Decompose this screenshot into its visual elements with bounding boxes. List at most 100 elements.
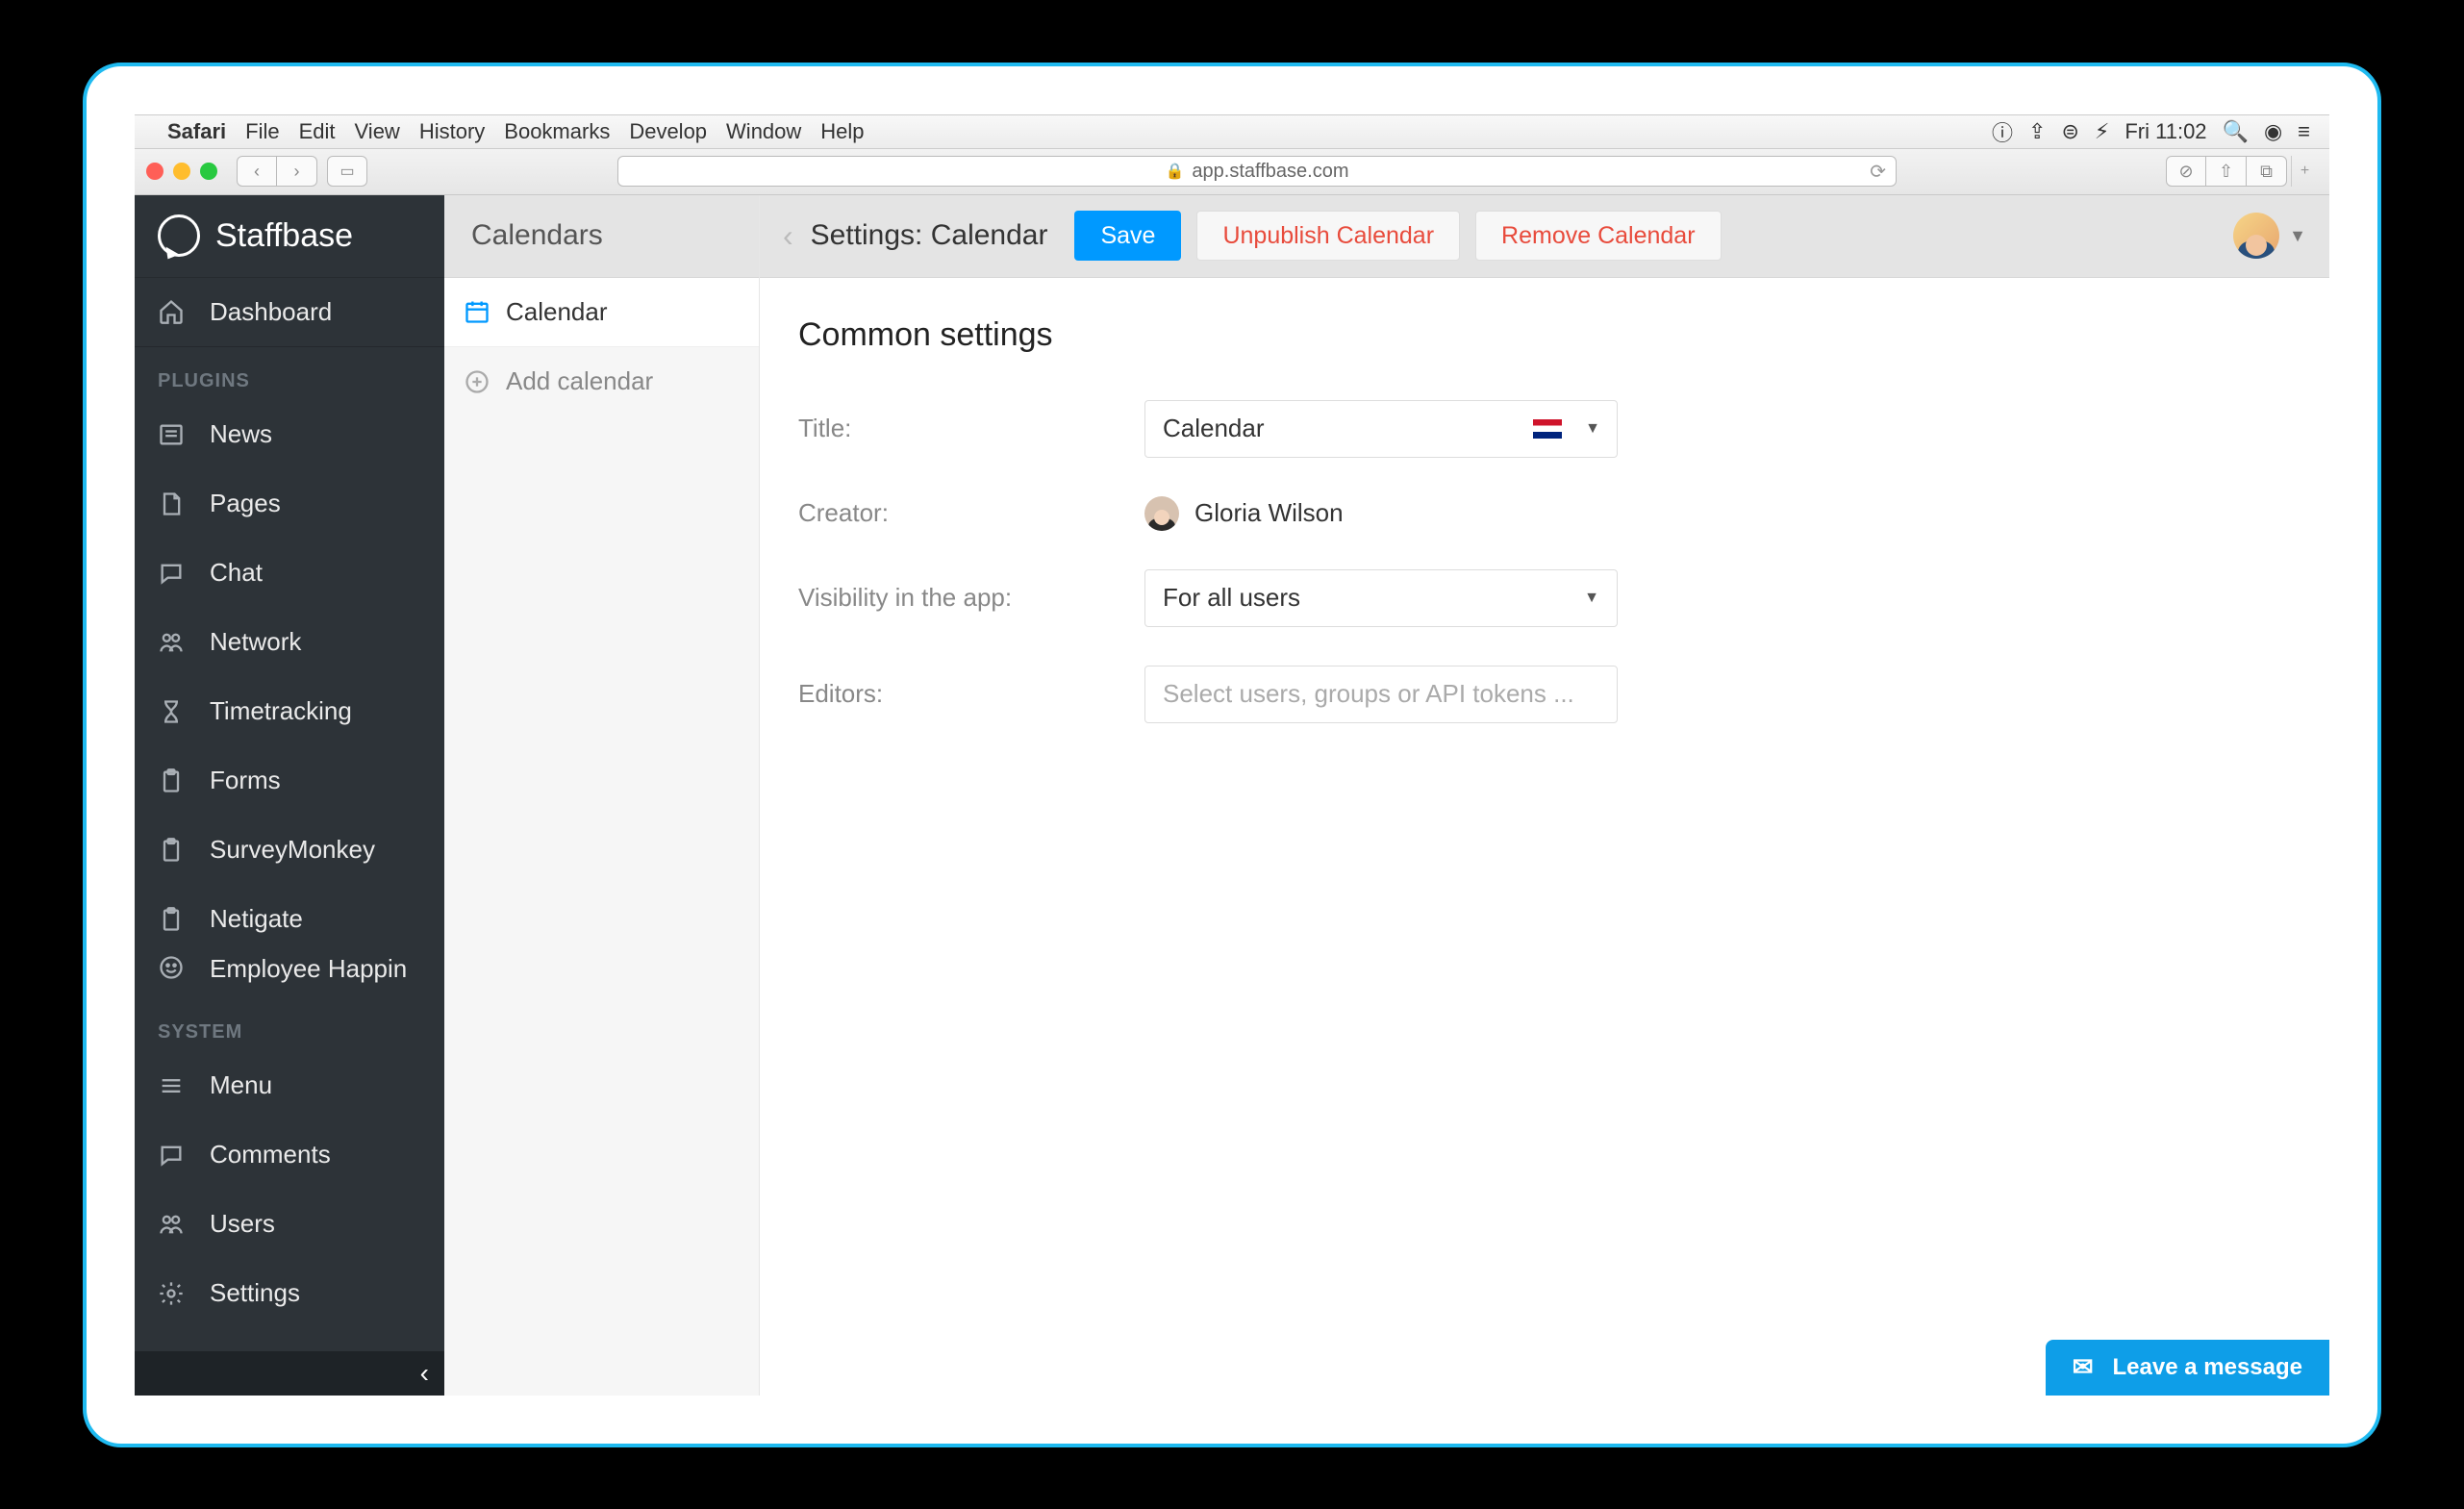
sidebar-item-surveymonkey[interactable]: SurveyMonkey <box>135 816 444 885</box>
battery-icon[interactable]: ⚡︎ <box>2095 119 2109 144</box>
sidebar-heading-plugins: PLUGINS <box>135 347 444 400</box>
section-heading: Common settings <box>798 316 2291 354</box>
plus-circle-icon <box>464 368 490 395</box>
browser-toolbar: ‹ › ▭ 🔒 app.staffbase.com ⟳ ⊘ ⇧ ⧉ + <box>135 149 2329 195</box>
sidebar-item-label: Users <box>210 1209 275 1239</box>
label-creator: Creator: <box>798 498 1144 528</box>
content: Common settings Title: ▼ Creator: Gloria… <box>760 278 2329 800</box>
calendar-list-item[interactable]: Calendar <box>444 278 759 347</box>
unpublish-button[interactable]: Unpublish Calendar <box>1196 211 1460 261</box>
sidebar-item-network[interactable]: Network <box>135 608 444 677</box>
url-bar[interactable]: 🔒 app.staffbase.com ⟳ <box>617 156 1897 187</box>
lock-icon: 🔒 <box>1166 162 1185 181</box>
envelope-icon: ✉ <box>2073 1352 2094 1382</box>
label-editors: Editors: <box>798 679 1144 709</box>
calendar-item-label: Calendar <box>506 297 608 327</box>
nav-arrows: ‹ › <box>237 156 317 187</box>
news-icon <box>158 421 185 448</box>
sidebar-item-timetracking[interactable]: Timetracking <box>135 677 444 746</box>
notification-center-icon[interactable]: ≡ <box>2298 119 2310 144</box>
label-title: Title: <box>798 414 1144 443</box>
sidebar-item-forms[interactable]: Forms <box>135 746 444 816</box>
save-button[interactable]: Save <box>1074 211 1181 261</box>
back-icon[interactable]: ‹ <box>783 218 793 254</box>
sidebar-item-label: Menu <box>210 1070 272 1100</box>
user-avatar[interactable] <box>2233 213 2279 259</box>
sidebar-item-dashboard[interactable]: Dashboard <box>135 278 444 347</box>
sidebar-item-chat[interactable]: Chat <box>135 539 444 608</box>
sidebar-collapse[interactable]: ‹ <box>135 1351 444 1396</box>
topbar: ‹ Settings: Calendar Save Unpublish Cale… <box>760 195 2329 278</box>
add-calendar-button[interactable]: Add calendar <box>444 347 759 416</box>
menubar-window[interactable]: Window <box>726 119 801 144</box>
forward-button[interactable]: › <box>277 156 317 187</box>
gear-icon <box>158 1280 185 1307</box>
sidebar-item-news[interactable]: News <box>135 400 444 469</box>
remove-button[interactable]: Remove Calendar <box>1475 211 1722 261</box>
minimize-window-icon[interactable] <box>173 163 190 180</box>
hourglass-icon <box>158 698 185 725</box>
page-title: Settings: Calendar <box>811 219 1048 252</box>
row-creator: Creator: Gloria Wilson <box>798 496 2291 531</box>
chevron-left-icon: ‹ <box>420 1358 429 1389</box>
spotlight-icon[interactable]: 🔍 <box>2223 119 2249 144</box>
brand[interactable]: Staffbase <box>135 195 444 278</box>
menubar-edit[interactable]: Edit <box>299 119 336 144</box>
menubar-view[interactable]: View <box>355 119 400 144</box>
siri-icon[interactable]: ◉ <box>2264 119 2282 144</box>
menubar-bookmarks[interactable]: Bookmarks <box>504 119 610 144</box>
sidebar-item-label: Network <box>210 627 301 657</box>
creator-avatar-icon <box>1144 496 1179 531</box>
flag-uk-icon[interactable] <box>1533 419 1562 439</box>
row-editors: Editors: <box>798 666 2291 723</box>
status-info-icon[interactable]: ⓘ <box>1992 116 2013 147</box>
clock[interactable]: Fri 11:02 <box>2125 119 2206 144</box>
row-visibility: Visibility in the app: For all users ▼ <box>798 569 2291 627</box>
sidebar-item-menu[interactable]: Menu <box>135 1051 444 1120</box>
back-button[interactable]: ‹ <box>237 156 277 187</box>
sidebar-item-label: Timetracking <box>210 696 352 726</box>
menubar-help[interactable]: Help <box>820 119 864 144</box>
sidebar-item-label: News <box>210 419 272 449</box>
sidebar-item-employee-happiness[interactable]: Employee Happin <box>135 954 444 998</box>
chevron-down-icon[interactable]: ▼ <box>1585 420 1600 438</box>
sidebar-item-users[interactable]: Users <box>135 1190 444 1259</box>
reader-button[interactable]: ⊘ <box>2166 156 2206 187</box>
chevron-down-icon: ▼ <box>1584 590 1599 607</box>
tabs-button[interactable]: ⧉ <box>2247 156 2287 187</box>
app-root: Staffbase Dashboard PLUGINS News Pages C… <box>135 195 2329 1396</box>
maximize-window-icon[interactable] <box>200 163 217 180</box>
label-visibility: Visibility in the app: <box>798 583 1144 613</box>
sidebar-item-settings[interactable]: Settings <box>135 1259 444 1328</box>
visibility-value: For all users <box>1163 583 1300 613</box>
menubar-develop[interactable]: Develop <box>629 119 707 144</box>
close-window-icon[interactable] <box>146 163 163 180</box>
sidebar-item-comments[interactable]: Comments <box>135 1120 444 1190</box>
dropbox-icon[interactable]: ⇪ <box>2028 119 2046 144</box>
user-menu-caret-icon[interactable]: ▼ <box>2289 226 2306 246</box>
sidebar-item-label: Pages <box>210 489 281 518</box>
creator-name: Gloria Wilson <box>1194 498 1344 528</box>
clipboard-icon <box>158 906 185 933</box>
sidebar-item-pages[interactable]: Pages <box>135 469 444 539</box>
visibility-select[interactable]: For all users ▼ <box>1144 569 1618 627</box>
leave-message-widget[interactable]: ✉ Leave a message <box>2046 1340 2329 1396</box>
menubar-file[interactable]: File <box>245 119 279 144</box>
menubar-app[interactable]: Safari <box>167 119 226 144</box>
brand-name: Staffbase <box>215 217 353 255</box>
editors-input[interactable] <box>1144 666 1618 723</box>
brand-logo-icon <box>158 214 200 257</box>
sidebar-item-netigate[interactable]: Netigate <box>135 885 444 954</box>
sidebar-item-label: Comments <box>210 1140 331 1169</box>
new-tab-button[interactable]: + <box>2291 156 2318 187</box>
chat-icon <box>158 1142 185 1169</box>
sidebar-toggle-button[interactable]: ▭ <box>327 156 367 187</box>
sidebar-item-label: Forms <box>210 766 281 795</box>
sidebar-item-label: Employee Happin <box>210 954 407 984</box>
row-title: Title: ▼ <box>798 400 2291 458</box>
share-button[interactable]: ⇧ <box>2206 156 2247 187</box>
wifi-icon[interactable]: ⊜ <box>2061 119 2078 144</box>
url-text: app.staffbase.com <box>1192 161 1348 183</box>
reload-icon[interactable]: ⟳ <box>1870 160 1886 184</box>
menubar-history[interactable]: History <box>419 119 485 144</box>
